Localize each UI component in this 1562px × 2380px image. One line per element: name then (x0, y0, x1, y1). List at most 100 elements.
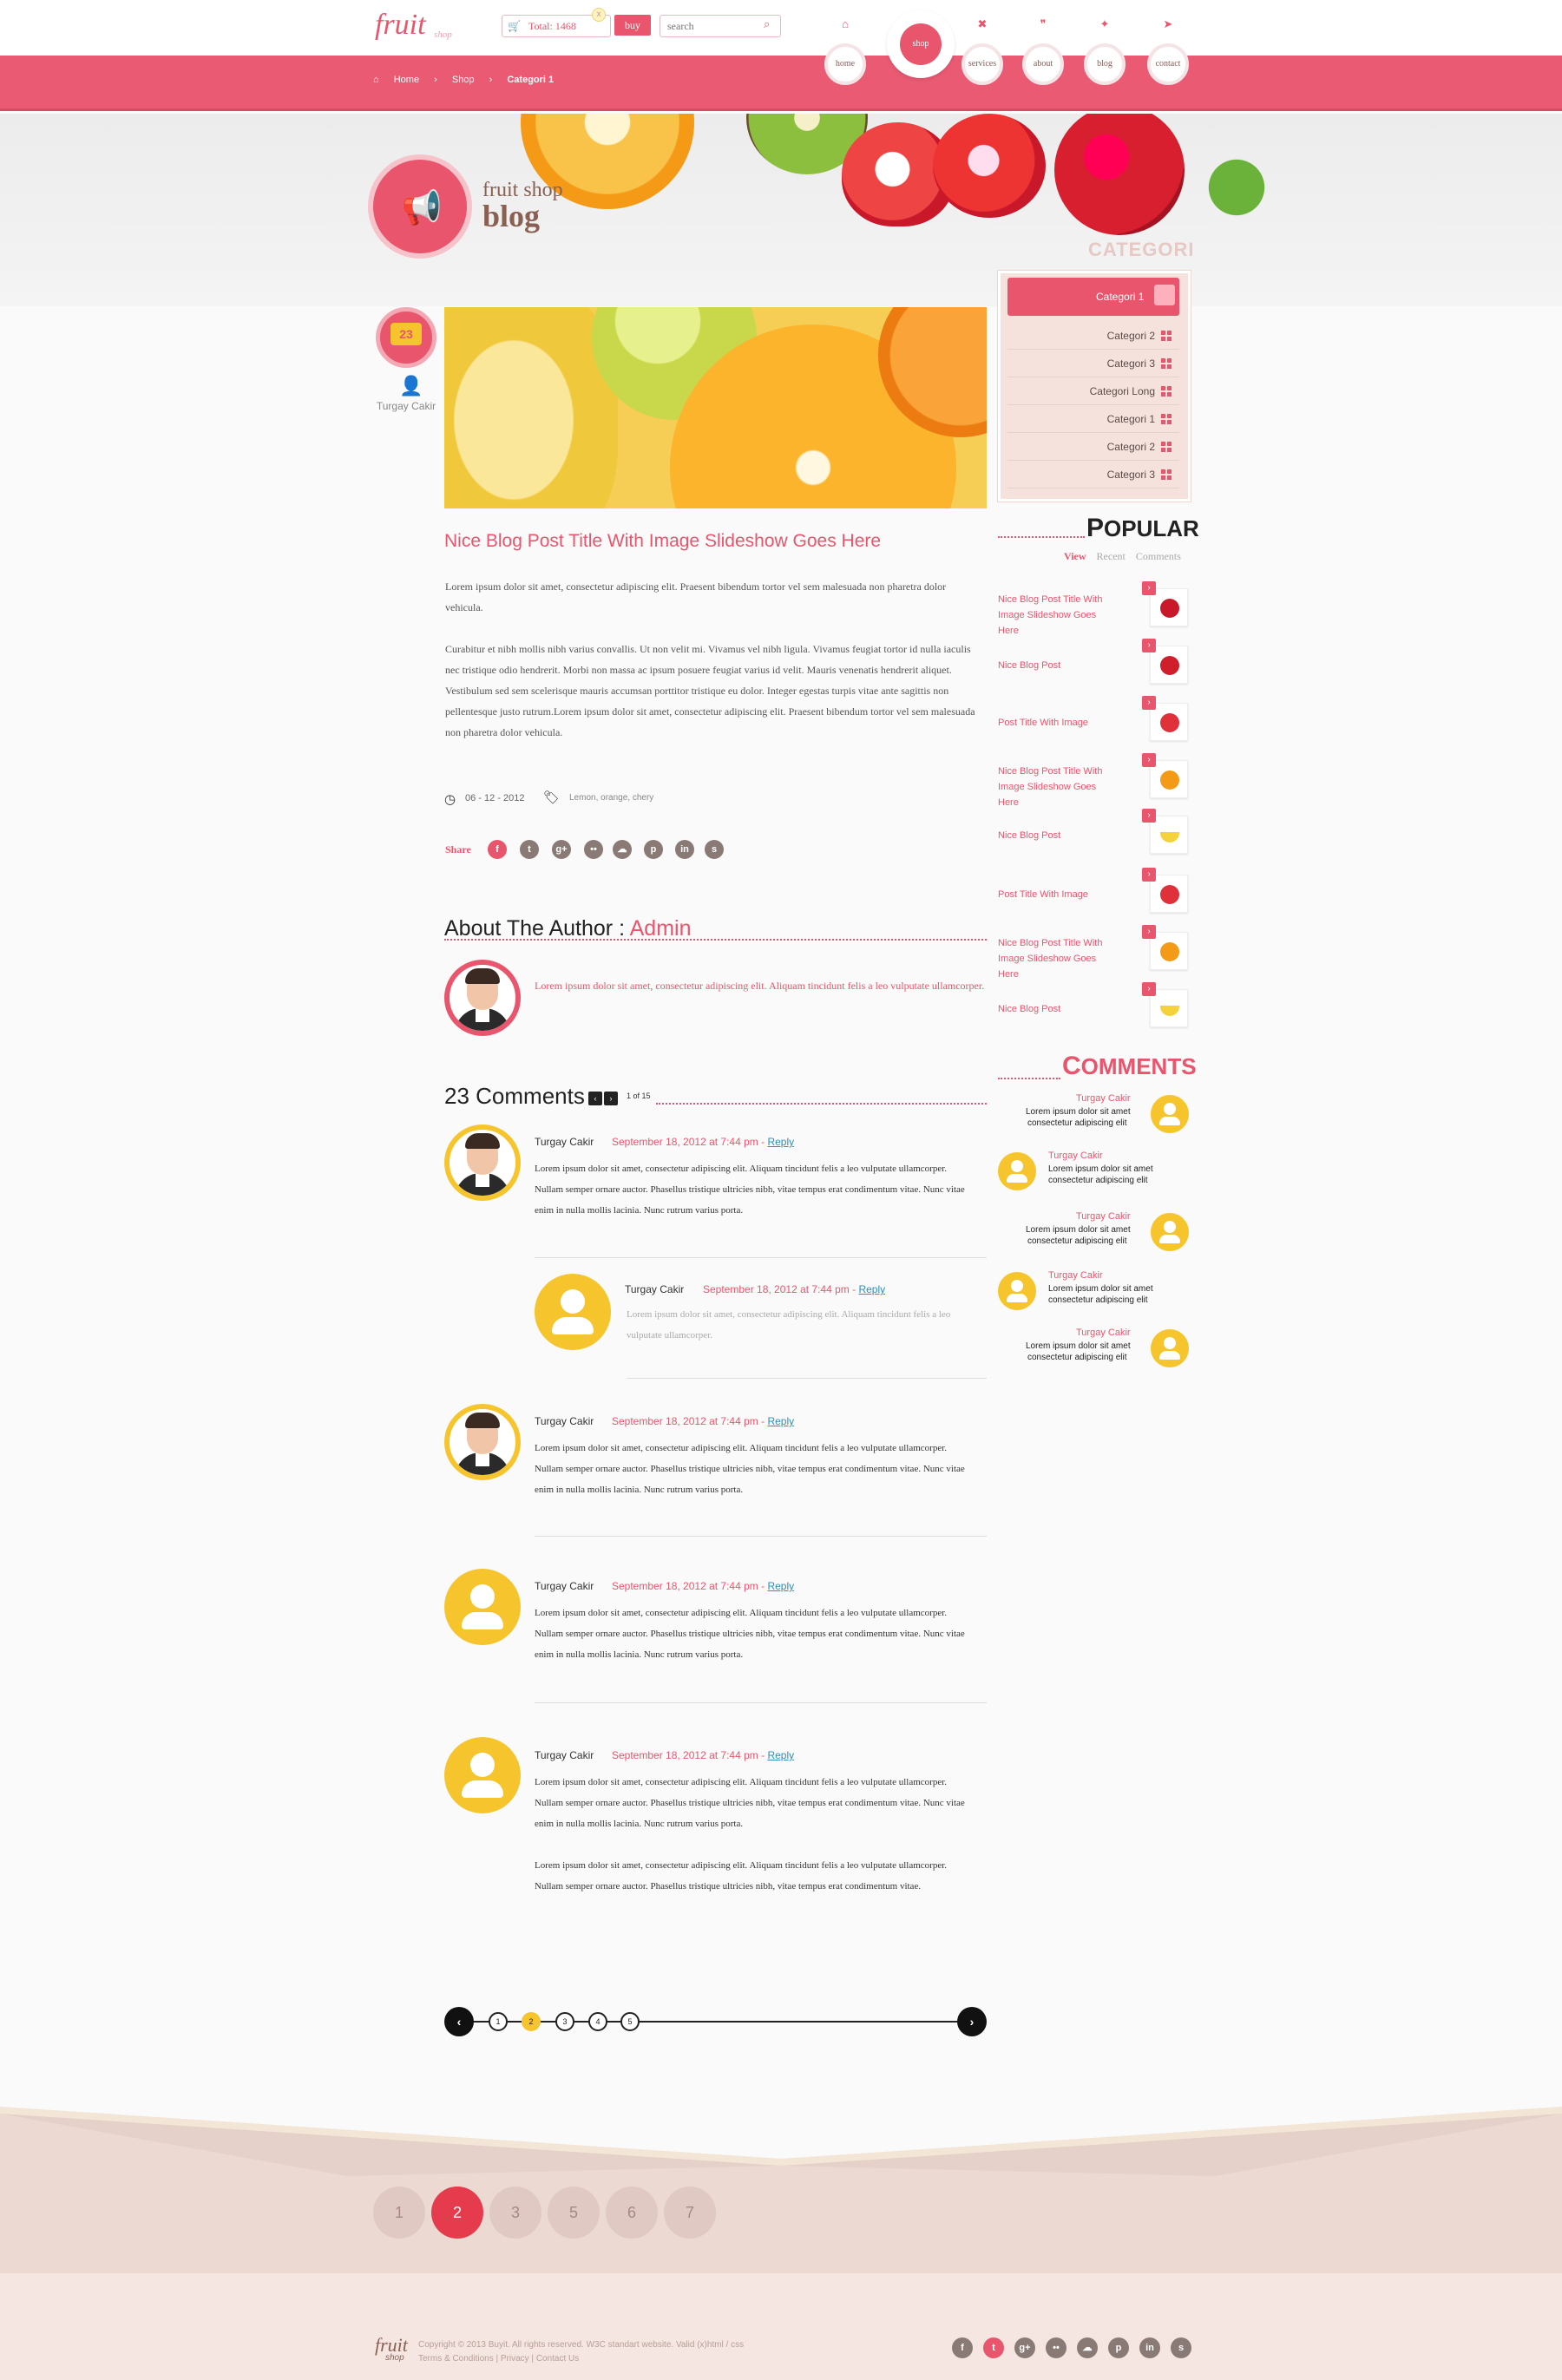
facebook-icon[interactable]: f (488, 840, 507, 859)
nav-blog-label[interactable]: blog (1084, 43, 1126, 85)
tab-view[interactable]: View (1064, 550, 1086, 562)
nav-home-label[interactable]: home (824, 43, 866, 85)
tab-comments[interactable]: Comments (1136, 550, 1181, 562)
nav-item-services[interactable]: ✖ services (956, 17, 1008, 85)
popular-item-title[interactable]: Post Title With Image (998, 715, 1111, 731)
comment-author[interactable]: Turgay Cakir (1076, 1211, 1131, 1222)
comment-author[interactable]: Turgay Cakir (1048, 1151, 1103, 1161)
footer-page[interactable]: 1 (373, 2187, 425, 2239)
chevron-right-icon[interactable]: › (1142, 809, 1156, 823)
cloud-icon[interactable]: ☁ (1077, 2337, 1098, 2358)
category-item[interactable]: Categori 2 (1007, 433, 1179, 461)
nav-item-shop[interactable]: shop (886, 7, 955, 78)
skype-icon[interactable]: s (705, 840, 724, 859)
nav-about-label[interactable]: about (1022, 43, 1064, 85)
reply-link[interactable]: Reply (858, 1283, 885, 1295)
chevron-right-icon[interactable]: › (1142, 581, 1156, 595)
twitter-icon[interactable]: t (983, 2337, 1004, 2358)
nav-contact-label[interactable]: contact (1147, 43, 1189, 85)
footer-page[interactable]: 7 (664, 2187, 716, 2239)
search-icon[interactable]: ⌕ (764, 17, 776, 30)
nav-shop-label[interactable]: shop (900, 23, 942, 65)
post-tags[interactable]: Lemon, orange, chery (569, 793, 653, 803)
category-item[interactable]: Categori 1 (1007, 405, 1179, 433)
link-contact[interactable]: Contact Us (536, 2354, 579, 2364)
flickr-icon[interactable]: •• (584, 840, 603, 859)
category-item[interactable]: Categori 3 (1007, 461, 1179, 488)
popular-item-title[interactable]: Nice Blog Post (998, 1001, 1111, 1017)
category-item[interactable]: Categori Long (1007, 377, 1179, 405)
comments-next-button[interactable]: › (604, 1092, 618, 1105)
link-terms[interactable]: Terms & Conditions (418, 2354, 494, 2364)
post-author[interactable]: Turgay Cakir (373, 399, 439, 413)
about-author-name[interactable]: Admin (630, 916, 692, 941)
googleplus-icon[interactable]: g+ (552, 840, 571, 859)
comment-author[interactable]: Turgay Cakir (535, 1749, 594, 1761)
popular-item-title[interactable]: Nice Blog Post Title With Image Slidesho… (998, 935, 1111, 982)
pager-page[interactable]: 4 (588, 2012, 607, 2031)
footer-page[interactable]: 3 (489, 2187, 541, 2239)
nav-item-contact[interactable]: ➤ contact (1142, 17, 1194, 85)
linkedin-icon[interactable]: in (1139, 2337, 1160, 2358)
chevron-right-icon[interactable]: › (1142, 696, 1156, 710)
cloud-icon[interactable]: ☁ (613, 840, 632, 859)
buy-button[interactable]: buy (614, 15, 651, 36)
chevron-right-icon[interactable]: › (1142, 982, 1156, 996)
pager-page[interactable]: 3 (555, 2012, 574, 2031)
pinterest-icon[interactable]: p (1108, 2337, 1129, 2358)
footer-page[interactable]: 6 (606, 2187, 658, 2239)
link-privacy[interactable]: Privacy (501, 2354, 529, 2364)
breadcrumb-shop[interactable]: Shop (452, 75, 475, 85)
chevron-right-icon[interactable]: › (1142, 753, 1156, 767)
popular-item-title[interactable]: Nice Blog Post Title With Image Slidesho… (998, 592, 1111, 639)
tab-recent[interactable]: Recent (1097, 550, 1126, 562)
cart-clear-icon[interactable]: x (592, 8, 606, 22)
linkedin-icon[interactable]: in (675, 840, 694, 859)
breadcrumb-home[interactable]: Home (394, 75, 419, 85)
comment-author[interactable]: Turgay Cakir (535, 1415, 594, 1427)
post-image[interactable] (444, 307, 987, 508)
pager-next-button[interactable]: › (957, 2007, 987, 2036)
popular-item-title[interactable]: Nice Blog Post Title With Image Slidesho… (998, 764, 1111, 810)
popular-item-title[interactable]: Nice Blog Post (998, 828, 1111, 843)
comment-author[interactable]: Turgay Cakir (625, 1283, 684, 1295)
comment-author[interactable]: Turgay Cakir (535, 1136, 594, 1148)
category-item[interactable]: Categori 2 (1007, 322, 1179, 350)
pager-page[interactable]: 1 (489, 2012, 508, 2031)
popular-item-title[interactable]: Post Title With Image (998, 887, 1111, 902)
chevron-right-icon[interactable]: › (1142, 639, 1156, 652)
facebook-icon[interactable]: f (952, 2337, 973, 2358)
logo[interactable]: fruit (375, 9, 426, 42)
reply-link[interactable]: Reply (767, 1415, 794, 1427)
footer-page[interactable]: 5 (548, 2187, 600, 2239)
nav-item-blog[interactable]: ✦ blog (1079, 17, 1131, 85)
footer-page-current[interactable]: 2 (431, 2187, 483, 2239)
comment-author[interactable]: Turgay Cakir (1048, 1270, 1103, 1281)
nav-shop-circle[interactable]: shop (887, 10, 955, 78)
popular-item-title[interactable]: Nice Blog Post (998, 658, 1111, 673)
post-title[interactable]: Nice Blog Post Title With Image Slidesho… (444, 531, 881, 552)
reply-link[interactable]: Reply (767, 1580, 794, 1592)
comments-prev-button[interactable]: ‹ (588, 1092, 602, 1105)
nav-services-label[interactable]: services (961, 43, 1003, 85)
skype-icon[interactable]: s (1171, 2337, 1191, 2358)
reply-link[interactable]: Reply (767, 1136, 794, 1148)
googleplus-icon[interactable]: g+ (1014, 2337, 1035, 2358)
chevron-right-icon[interactable]: › (1142, 868, 1156, 882)
nav-item-about[interactable]: ❞ about (1017, 17, 1069, 85)
pager-page-current[interactable]: 2 (522, 2012, 541, 2031)
search-input[interactable] (660, 15, 781, 37)
pager-prev-button[interactable]: ‹ (444, 2007, 474, 2036)
comment-author[interactable]: Turgay Cakir (1076, 1328, 1131, 1338)
flickr-icon[interactable]: •• (1046, 2337, 1066, 2358)
pinterest-icon[interactable]: p (644, 840, 663, 859)
comment-author[interactable]: Turgay Cakir (535, 1580, 594, 1592)
reply-link[interactable]: Reply (767, 1749, 794, 1761)
category-item[interactable]: Categori 3 (1007, 350, 1179, 377)
comment-author[interactable]: Turgay Cakir (1076, 1093, 1131, 1104)
comment-count[interactable]: 23 (390, 323, 422, 345)
chevron-right-icon[interactable]: › (1142, 925, 1156, 939)
nav-item-home[interactable]: ⌂ home (819, 17, 871, 85)
twitter-icon[interactable]: t (520, 840, 539, 859)
pager-page[interactable]: 5 (620, 2012, 640, 2031)
